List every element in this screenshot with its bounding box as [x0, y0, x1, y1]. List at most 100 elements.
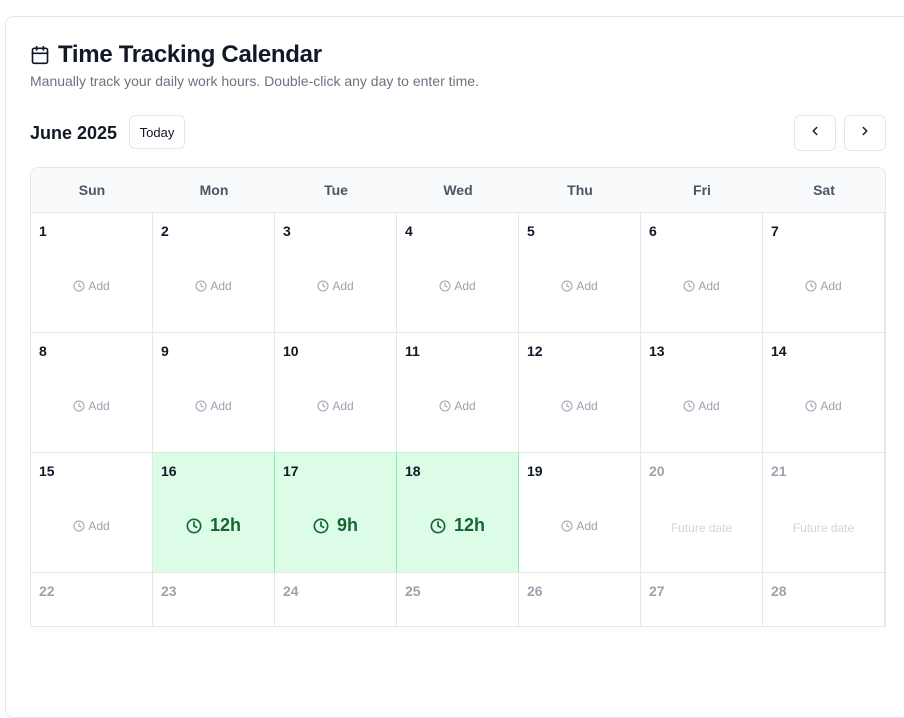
add-time-button[interactable]: Add [31, 399, 152, 413]
day-cell[interactable]: 25 [397, 572, 519, 626]
add-time-button[interactable]: Add [641, 399, 762, 413]
day-cell[interactable]: 8 Add [31, 332, 153, 452]
add-time-button[interactable]: Add [763, 399, 884, 413]
previous-month-button[interactable] [794, 115, 836, 151]
day-cell[interactable]: 12 Add [519, 332, 641, 452]
day-number: 6 [649, 223, 657, 239]
day-number: 13 [649, 343, 665, 359]
add-label: Add [454, 399, 476, 413]
hours-value: 12h [209, 515, 242, 535]
day-cell[interactable]: 15 Add [31, 452, 153, 572]
day-cell[interactable]: 14 Add [763, 332, 885, 452]
day-cell[interactable]: 1 Add [31, 212, 153, 332]
day-number: 10 [283, 343, 299, 359]
add-time-button[interactable]: Add [275, 399, 396, 413]
day-number: 12 [527, 343, 543, 359]
clock-icon [430, 518, 454, 534]
day-cell[interactable]: 27 [641, 572, 763, 626]
day-cell[interactable]: 21 Future date [763, 452, 885, 572]
day-number: 21 [771, 463, 787, 479]
weekday-header: Fri [641, 168, 763, 212]
day-cell[interactable]: 7 Add [763, 212, 885, 332]
page-header: Time Tracking Calendar [30, 40, 322, 70]
day-cell[interactable]: 23 [153, 572, 275, 626]
tracked-hours: 9h [275, 515, 396, 536]
add-time-button[interactable]: Add [519, 279, 640, 293]
day-number: 1 [39, 223, 47, 239]
day-cell[interactable]: 2 Add [153, 212, 275, 332]
add-time-button[interactable]: Add [31, 519, 152, 533]
day-cell[interactable]: 22 [31, 572, 153, 626]
day-number: 17 [283, 463, 299, 479]
tracked-hours: 12h [397, 515, 518, 536]
day-number: 5 [527, 223, 535, 239]
day-cell[interactable]: 16 12h [153, 452, 275, 572]
add-label: Add [820, 399, 842, 413]
page-title: Time Tracking Calendar [58, 41, 322, 68]
clock-icon [73, 400, 88, 412]
day-cell[interactable]: 19 Add [519, 452, 641, 572]
add-label: Add [332, 399, 354, 413]
day-cell[interactable]: 10 Add [275, 332, 397, 452]
add-label: Add [698, 399, 720, 413]
clock-icon [73, 520, 88, 532]
day-cell[interactable]: 11 Add [397, 332, 519, 452]
day-cell[interactable]: 5 Add [519, 212, 641, 332]
day-cell[interactable]: 24 [275, 572, 397, 626]
day-number: 22 [39, 583, 55, 599]
add-label: Add [820, 279, 842, 293]
day-number: 18 [405, 463, 421, 479]
add-time-button[interactable]: Add [397, 279, 518, 293]
day-cell[interactable]: 28 [763, 572, 885, 626]
today-button[interactable]: Today [129, 115, 185, 149]
day-number: 27 [649, 583, 665, 599]
clock-icon [561, 520, 576, 532]
day-cell[interactable]: 17 9h [275, 452, 397, 572]
day-cell[interactable]: 18 12h [397, 452, 519, 572]
clock-icon [561, 400, 576, 412]
day-number: 28 [771, 583, 787, 599]
day-number: 16 [161, 463, 177, 479]
day-cell[interactable]: 20 Future date [641, 452, 763, 572]
chevron-right-icon [858, 124, 872, 143]
day-cell[interactable]: 4 Add [397, 212, 519, 332]
add-label: Add [576, 399, 598, 413]
clock-icon [195, 400, 210, 412]
day-number: 24 [283, 583, 299, 599]
clock-icon [561, 280, 576, 292]
day-cell[interactable]: 3 Add [275, 212, 397, 332]
day-number: 26 [527, 583, 543, 599]
clock-icon [439, 280, 454, 292]
add-time-button[interactable]: Add [519, 519, 640, 533]
add-time-button[interactable]: Add [275, 279, 396, 293]
day-cell[interactable]: 13 Add [641, 332, 763, 452]
clock-icon [186, 518, 210, 534]
day-cell[interactable]: 26 [519, 572, 641, 626]
add-time-button[interactable]: Add [763, 279, 884, 293]
chevron-left-icon [808, 124, 822, 143]
calendar-icon [30, 45, 50, 65]
clock-icon [683, 400, 698, 412]
weekday-header: Tue [275, 168, 397, 212]
day-cell[interactable]: 6 Add [641, 212, 763, 332]
day-number: 20 [649, 463, 665, 479]
add-time-button[interactable]: Add [153, 279, 274, 293]
add-time-button[interactable]: Add [153, 399, 274, 413]
day-cell[interactable]: 9 Add [153, 332, 275, 452]
day-number: 8 [39, 343, 47, 359]
add-time-button[interactable]: Add [641, 279, 762, 293]
day-number: 19 [527, 463, 543, 479]
clock-icon [805, 400, 820, 412]
add-label: Add [88, 519, 110, 533]
add-time-button[interactable]: Add [397, 399, 518, 413]
clock-icon [439, 400, 454, 412]
add-label: Add [576, 279, 598, 293]
add-time-button[interactable]: Add [519, 399, 640, 413]
day-number: 7 [771, 223, 779, 239]
hours-value: 12h [453, 515, 486, 535]
next-month-button[interactable] [844, 115, 886, 151]
clock-icon [313, 518, 337, 534]
add-label: Add [454, 279, 476, 293]
hours-value: 9h [336, 515, 358, 535]
add-time-button[interactable]: Add [31, 279, 152, 293]
